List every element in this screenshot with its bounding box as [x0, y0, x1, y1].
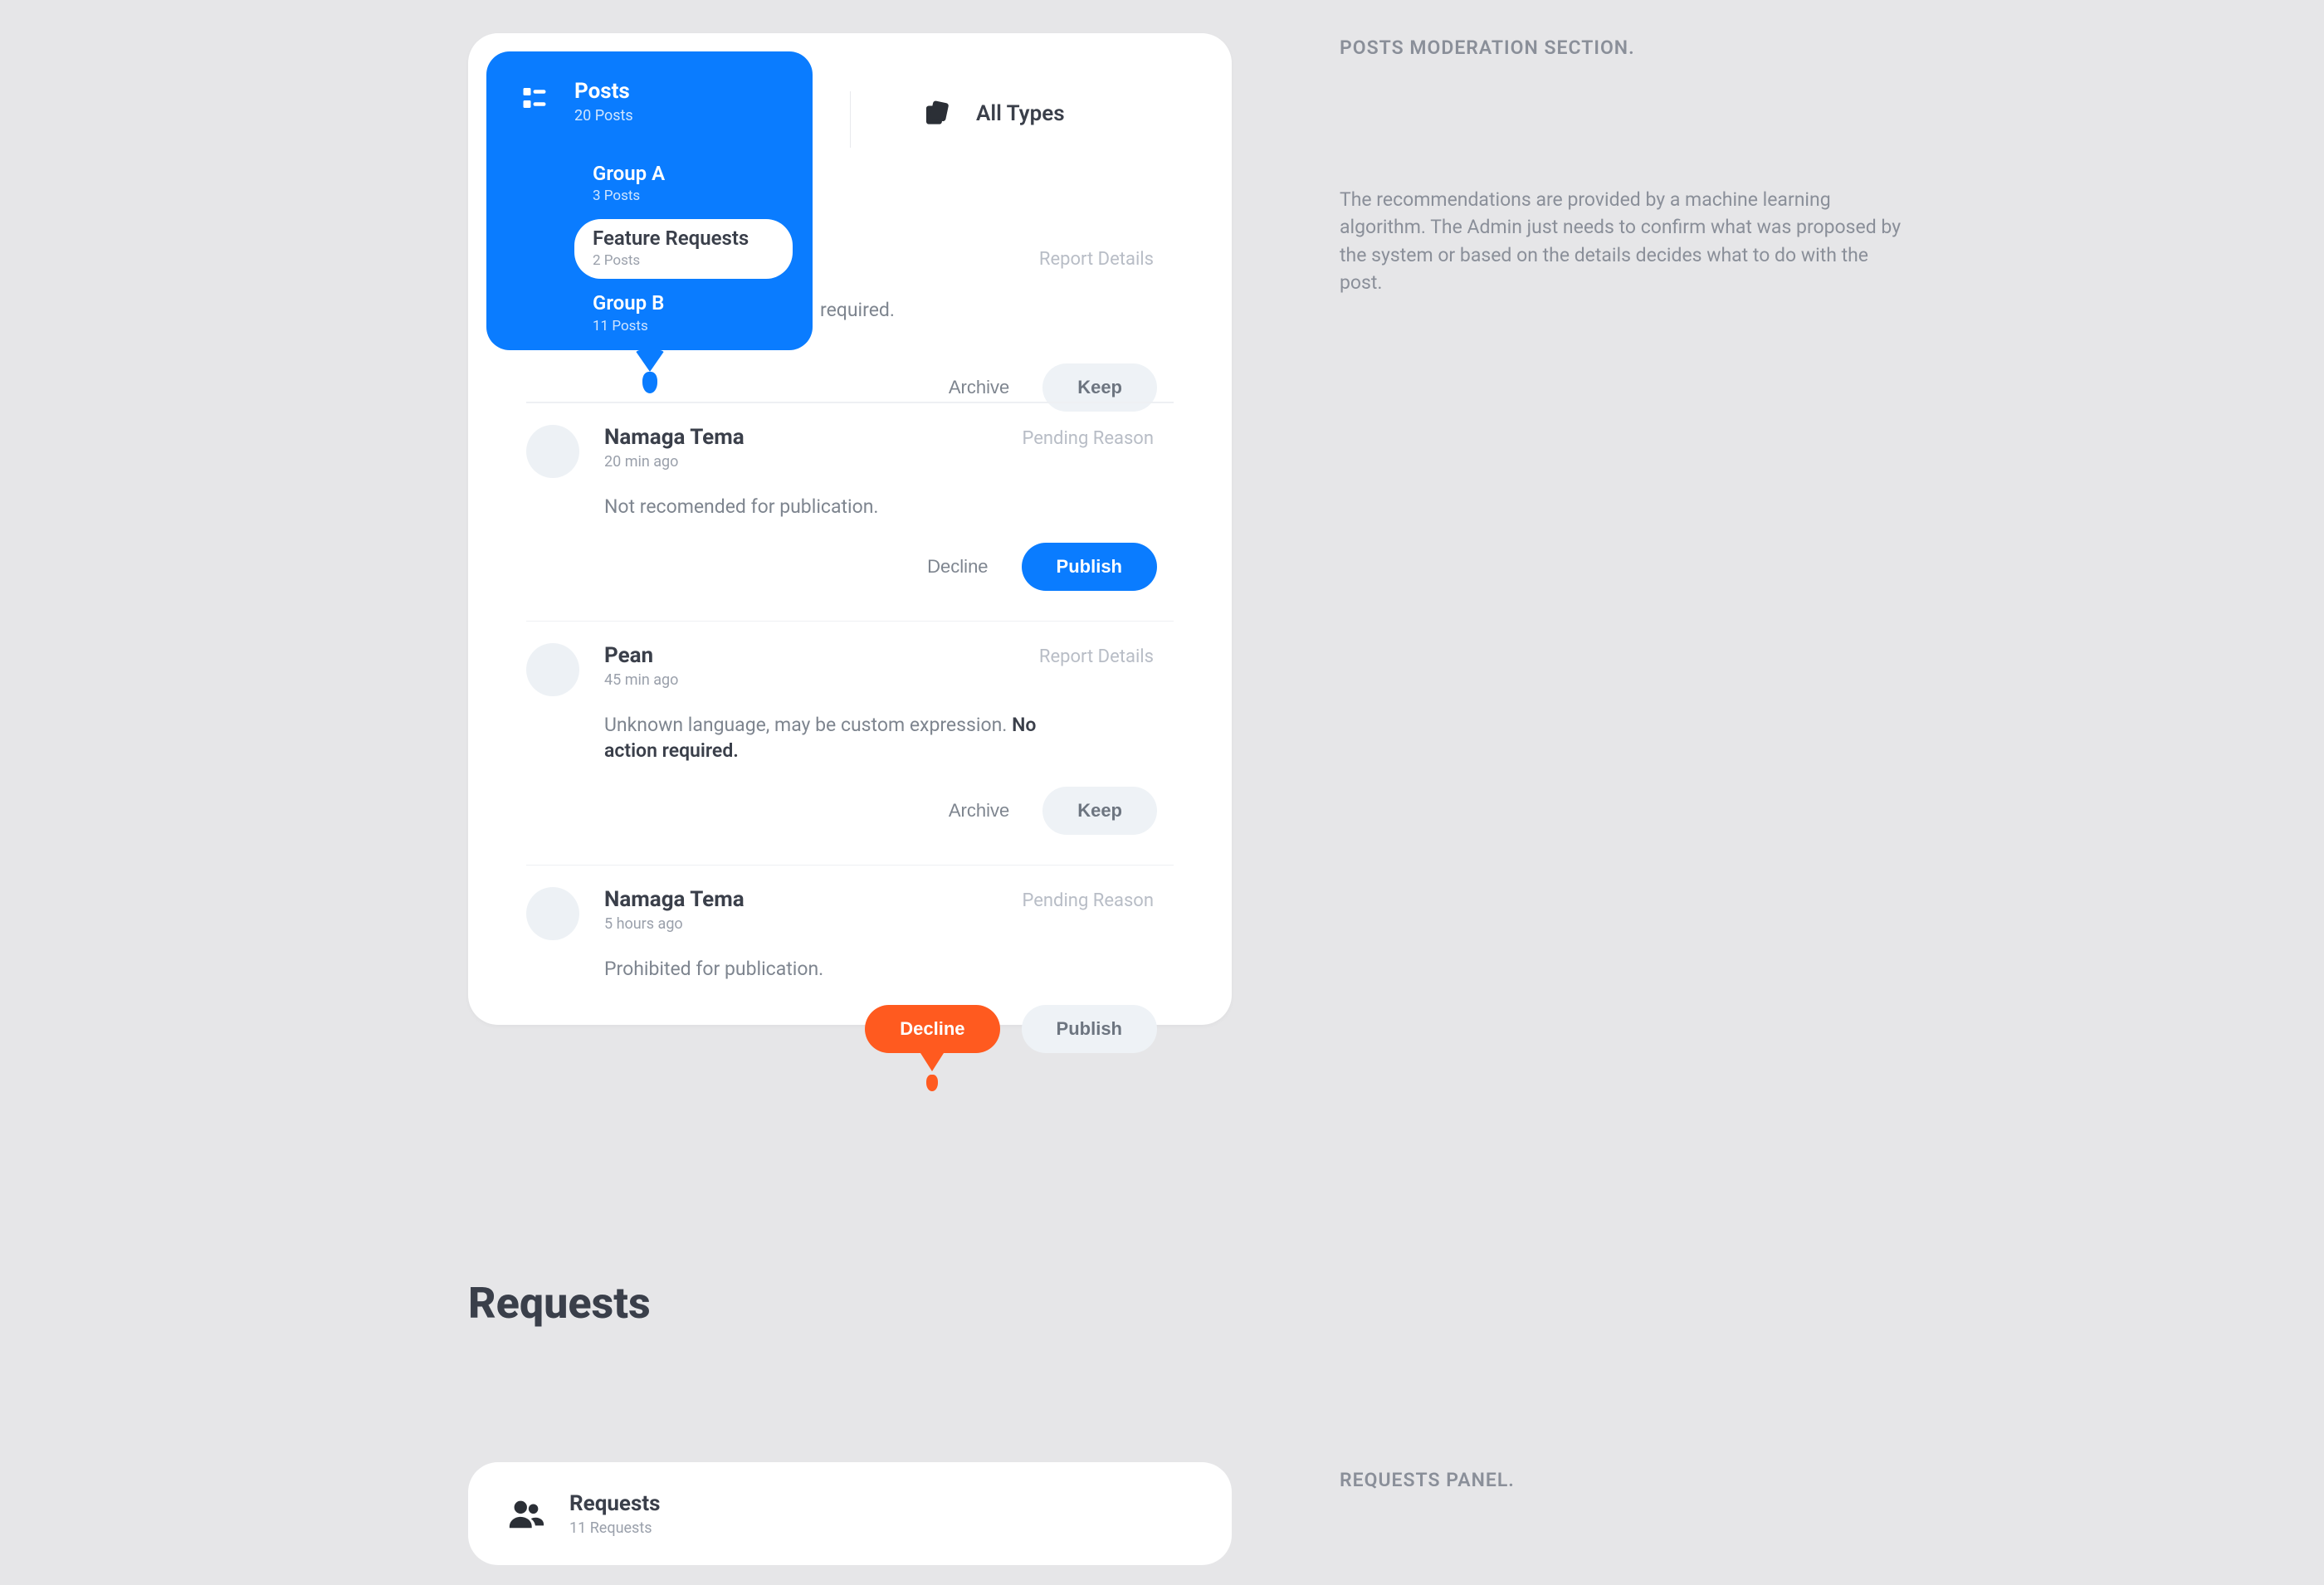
post-time: 5 hours ago [604, 915, 1174, 933]
requests-panel-title: Requests [569, 1491, 660, 1516]
post-time: 20 min ago [604, 453, 1174, 471]
post-desc-prefix: Unknown language, may be custom expressi… [604, 714, 1012, 736]
avatar [526, 425, 579, 478]
dropdown-item-subtitle: 3 Posts [593, 188, 776, 204]
report-details-link[interactable]: Report Details [1039, 249, 1154, 270]
posts-moderation-description: The recommendations are provided by a ma… [1340, 186, 1904, 296]
row-desc-peek: required. [820, 299, 895, 321]
dropdown-item-title: Feature Requests [593, 227, 776, 249]
list-icon [520, 83, 549, 113]
post-row: Namaga Tema 20 min ago Pending Reason No… [526, 402, 1174, 621]
post-row: Namaga Tema 5 hours ago Pending Reason P… [526, 865, 1174, 1083]
posts-moderation-section-label: POSTS MODERATION SECTION. [1340, 37, 1635, 59]
dropdown-title: Posts [574, 80, 633, 104]
all-types-label: All Types [976, 101, 1065, 126]
post-row: Pean 45 min ago Report Details Unknown l… [526, 621, 1174, 865]
publish-button[interactable]: Publish [1022, 1005, 1157, 1053]
post-desc: Not recomended for publication. [604, 494, 1052, 519]
pending-reason-link[interactable]: Pending Reason [1022, 428, 1154, 449]
dropdown-item-feature-requests[interactable]: Feature Requests 2 Posts [574, 219, 793, 279]
publish-button[interactable]: Publish [1022, 543, 1157, 591]
decline-button[interactable]: Decline [865, 1005, 999, 1053]
requests-heading: Requests [468, 1278, 651, 1329]
report-details-link[interactable]: Report Details [1039, 646, 1154, 667]
requests-panel-label: REQUESTS PANEL. [1340, 1469, 1515, 1491]
cards-icon [920, 98, 951, 129]
dropdown-subtitle: 20 Posts [574, 107, 633, 124]
posts-moderation-card: Report Details required. Archive Keep Na… [468, 33, 1232, 1025]
post-time: 45 min ago [604, 671, 1174, 689]
avatar [526, 643, 579, 696]
dropdown-item-group-a[interactable]: Group A 3 Posts [574, 154, 793, 214]
requests-panel-subtitle: 11 Requests [569, 1519, 660, 1537]
dropdown-item-group-b[interactable]: Group B 11 Posts [574, 284, 793, 344]
all-types-filter[interactable]: All Types [920, 98, 1065, 129]
post-desc: Prohibited for publication. [604, 956, 1052, 982]
posts-dropdown[interactable]: Posts 20 Posts Group A 3 Posts Feature R… [486, 51, 813, 350]
dropdown-item-subtitle: 2 Posts [593, 252, 776, 269]
top-divider [850, 91, 851, 148]
requests-panel[interactable]: Requests 11 Requests [468, 1462, 1232, 1565]
post-desc: Unknown language, may be custom expressi… [604, 712, 1052, 763]
avatar [526, 887, 579, 940]
people-icon [506, 1495, 544, 1533]
decline-button[interactable]: Decline [915, 548, 999, 586]
dropdown-item-title: Group B [593, 292, 776, 314]
dropdown-item-title: Group A [593, 163, 776, 184]
archive-button[interactable]: Archive [937, 792, 1021, 830]
keep-button[interactable]: Keep [1042, 787, 1157, 835]
decline-button-label: Decline [900, 1018, 964, 1039]
dropdown-item-subtitle: 11 Posts [593, 318, 776, 334]
pending-reason-link[interactable]: Pending Reason [1022, 890, 1154, 911]
